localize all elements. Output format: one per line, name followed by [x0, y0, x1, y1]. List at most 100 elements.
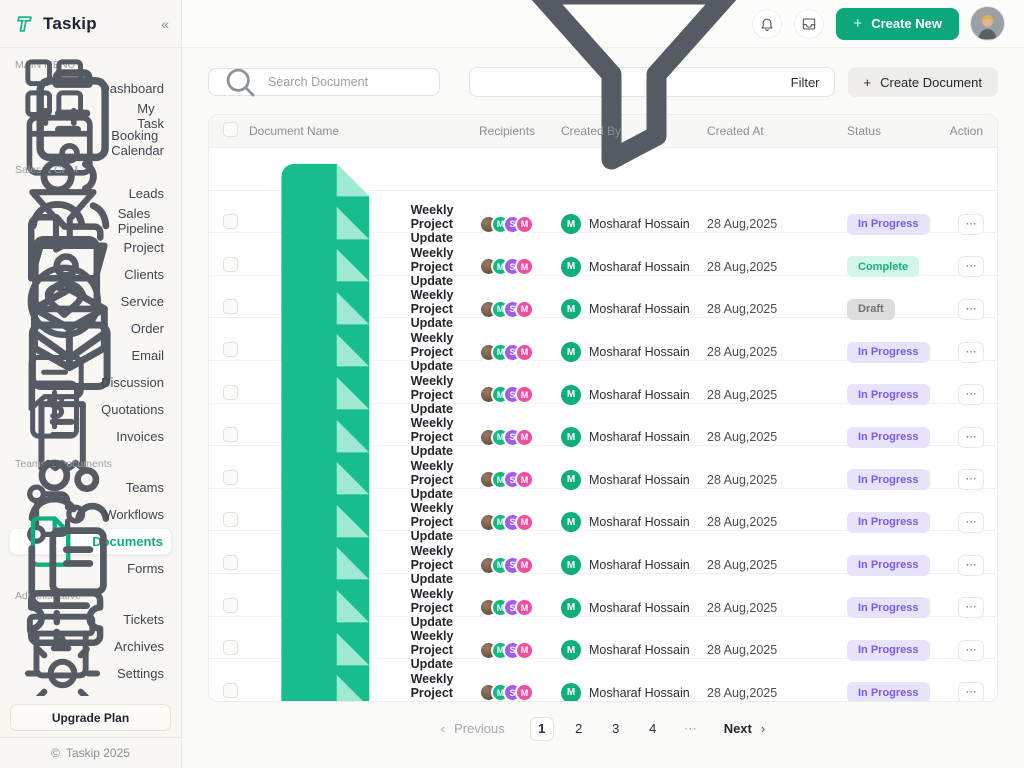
row-actions-button[interactable]: ⋯	[958, 214, 984, 235]
filter-label: Filter	[791, 75, 820, 90]
sidebar-item-settings[interactable]: Settings	[9, 660, 172, 687]
created-at: 28 Aug,2025	[707, 217, 847, 231]
create-document-button[interactable]: + Create Document	[848, 67, 998, 97]
created-by-avatar: M	[561, 598, 581, 618]
created-by-cell: MMosharaf Hossain	[561, 512, 707, 532]
row-actions-button[interactable]: ⋯	[958, 597, 984, 618]
created-by-avatar: M	[561, 683, 581, 702]
select-all-checkbox[interactable]	[223, 122, 238, 137]
row-checkbox[interactable]	[223, 683, 238, 698]
row-checkbox[interactable]	[223, 385, 238, 400]
row-checkbox[interactable]	[223, 427, 238, 442]
status-badge: In Progress	[847, 469, 930, 490]
row-actions-button[interactable]: ⋯	[958, 256, 984, 277]
row-actions-button[interactable]: ⋯	[958, 512, 984, 533]
recipients-stack: MSM	[479, 343, 561, 362]
col-header-status: Status	[847, 124, 941, 138]
sidebar-item-label: Teams	[126, 480, 164, 495]
sidebar-item-label: Invoices	[116, 429, 164, 444]
status-badge: In Progress	[847, 555, 930, 576]
recipient-avatar: M	[515, 556, 534, 575]
search-input[interactable]	[268, 75, 429, 89]
create-new-button[interactable]: + Create New	[836, 8, 959, 40]
created-by-cell: MMosharaf Hossain	[561, 385, 707, 405]
page-button-2[interactable]: 2	[567, 717, 591, 741]
page-button-4[interactable]: 4	[641, 717, 665, 741]
next-label: Next	[724, 721, 752, 736]
row-actions-button[interactable]: ⋯	[958, 469, 984, 490]
created-by-name: Mosharaf Hossain	[589, 601, 690, 615]
previous-page-button[interactable]: ‹ Previous	[435, 720, 511, 737]
sidebar-item-label: Forms	[127, 561, 164, 576]
row-checkbox[interactable]	[223, 214, 238, 229]
plus-icon: +	[853, 15, 862, 32]
recipients-stack: MSM	[479, 215, 561, 234]
row-checkbox[interactable]	[223, 299, 238, 314]
document-name-cell[interactable]: Weekly Project Update	[249, 659, 479, 702]
sidebar-item-label: Project	[124, 240, 164, 255]
pagination-ellipsis: ⋯	[684, 721, 699, 737]
row-actions-button[interactable]: ⋯	[958, 342, 984, 363]
row-actions-button[interactable]: ⋯	[958, 427, 984, 448]
sidebar: Taskip « MAIN MENUDashboardMy TaskBookin…	[0, 0, 182, 768]
recipient-avatar: M	[515, 470, 534, 489]
created-by-cell: MMosharaf Hossain	[561, 342, 707, 362]
row-actions-button[interactable]: ⋯	[958, 555, 984, 576]
document-file-icon	[249, 659, 402, 702]
recipients-stack: MSM	[479, 385, 561, 404]
created-by-avatar: M	[561, 555, 581, 575]
sidebar-item-label: Settings	[117, 666, 164, 681]
created-by-avatar: M	[561, 470, 581, 490]
recipients-stack: MSM	[479, 641, 561, 660]
row-actions-button[interactable]: ⋯	[958, 682, 984, 701]
created-at: 28 Aug,2025	[707, 302, 847, 316]
col-header-action: Action	[941, 124, 997, 138]
created-at: 28 Aug,2025	[707, 558, 847, 572]
created-by-name: Mosharaf Hossain	[589, 217, 690, 231]
recipients-stack: MSM	[479, 257, 561, 276]
col-header-document-name: Document Name	[249, 124, 479, 138]
search-icon	[219, 61, 261, 103]
row-checkbox[interactable]	[223, 640, 238, 655]
row-checkbox[interactable]	[223, 512, 238, 527]
sidebar-item-label: My Task	[137, 101, 164, 131]
recipient-avatar: M	[515, 343, 534, 362]
next-page-button[interactable]: Next ›	[718, 720, 772, 737]
create-new-label: Create New	[871, 16, 942, 31]
created-at: 28 Aug,2025	[707, 260, 847, 274]
col-header-created-at: Created At	[707, 124, 847, 138]
row-checkbox[interactable]	[223, 555, 238, 570]
row-actions-button[interactable]: ⋯	[958, 384, 984, 405]
sidebar-item-label: Leads	[129, 186, 164, 201]
recipient-avatar: M	[515, 683, 534, 701]
sidebar-collapse-button[interactable]: «	[161, 17, 169, 31]
recipient-avatar: M	[515, 513, 534, 532]
created-by-name: Mosharaf Hossain	[589, 558, 690, 572]
content: Filter + Create Document Document Name R…	[182, 48, 1024, 768]
created-at: 28 Aug,2025	[707, 686, 847, 700]
user-avatar[interactable]	[971, 7, 1004, 40]
created-by-cell: M Mosharaf Hossain	[561, 598, 707, 618]
inbox-button[interactable]	[794, 9, 824, 39]
created-at: 28 Aug,2025	[707, 473, 847, 487]
created-by-name: Mosharaf Hossain	[589, 260, 690, 274]
previous-label: Previous	[454, 721, 505, 736]
row-checkbox[interactable]	[223, 342, 238, 357]
page-button-3[interactable]: 3	[604, 717, 628, 741]
app-window: Taskip « MAIN MENUDashboardMy TaskBookin…	[0, 0, 1024, 768]
col-header-created-by: Created By	[561, 124, 707, 138]
row-checkbox[interactable]	[223, 470, 238, 485]
sidebar-item-label: Order	[131, 321, 164, 336]
upgrade-plan-button[interactable]: Upgrade Plan	[10, 704, 171, 731]
row-actions-button[interactable]: ⋯	[958, 640, 984, 661]
status-badge: In Progress	[847, 597, 930, 618]
row-checkbox[interactable]	[223, 598, 238, 613]
row-actions-button[interactable]: ⋯	[958, 299, 984, 320]
recipient-avatar: M	[515, 215, 534, 234]
status-badge: In Progress	[847, 342, 930, 363]
created-by-cell: MMosharaf Hossain	[561, 214, 707, 234]
page-button-1[interactable]: 1	[530, 717, 554, 741]
created-by-name: Mosharaf Hossain	[589, 473, 690, 487]
filter-button[interactable]: Filter	[469, 67, 835, 97]
row-checkbox[interactable]	[223, 257, 238, 272]
